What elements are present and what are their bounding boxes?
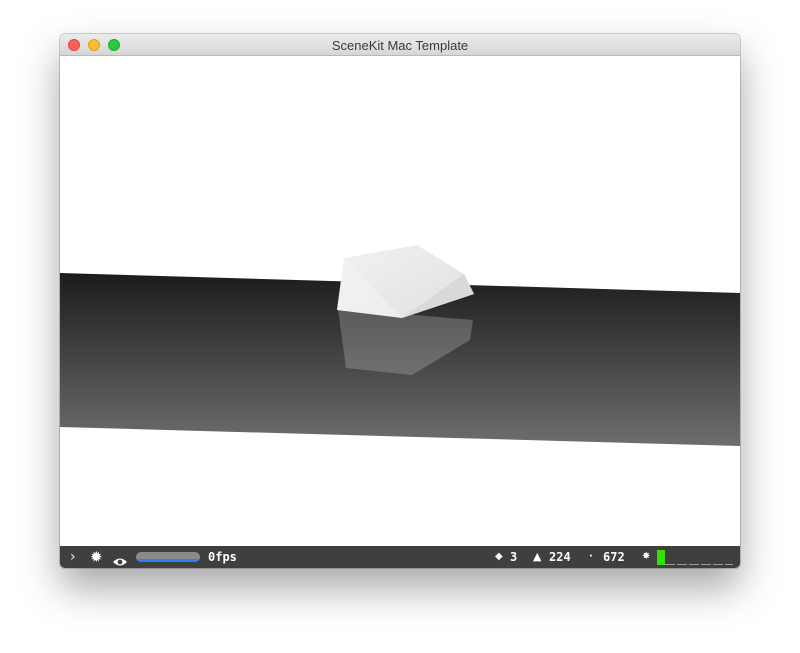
points-icon: · — [589, 551, 593, 562]
performance-graph-baseline — [665, 564, 733, 565]
frame-progress-bar — [136, 552, 200, 562]
points-count: 672 — [603, 550, 625, 564]
triangles-icon: ▲ — [533, 550, 542, 563]
window-title: SceneKit Mac Template — [331, 38, 469, 53]
triangles-count: 224 — [549, 550, 571, 564]
statistics-bar: › ✹ 0fps ◆ 3 ▲ 224 · 672 ✸ — [60, 546, 740, 568]
title-bar[interactable]: SceneKit Mac Template — [60, 34, 740, 56]
scene-canvas[interactable] — [60, 56, 740, 546]
app-window: SceneKit Mac Template › ✹ 0fps ◆ 3 ▲ 224… — [60, 34, 740, 568]
frame-progress-fill — [136, 559, 200, 562]
performance-bar — [657, 550, 665, 565]
nodes-icon: ◆ — [495, 551, 503, 562]
fps-label: 0fps — [208, 550, 237, 564]
gear-icon[interactable]: ✹ — [90, 546, 103, 568]
scene-viewport[interactable] — [60, 56, 740, 546]
chevron-right-icon[interactable]: › — [70, 546, 76, 568]
eye-icon[interactable] — [112, 552, 128, 566]
nodes-count: 3 — [510, 550, 518, 564]
lights-icon: ✸ — [642, 551, 651, 562]
